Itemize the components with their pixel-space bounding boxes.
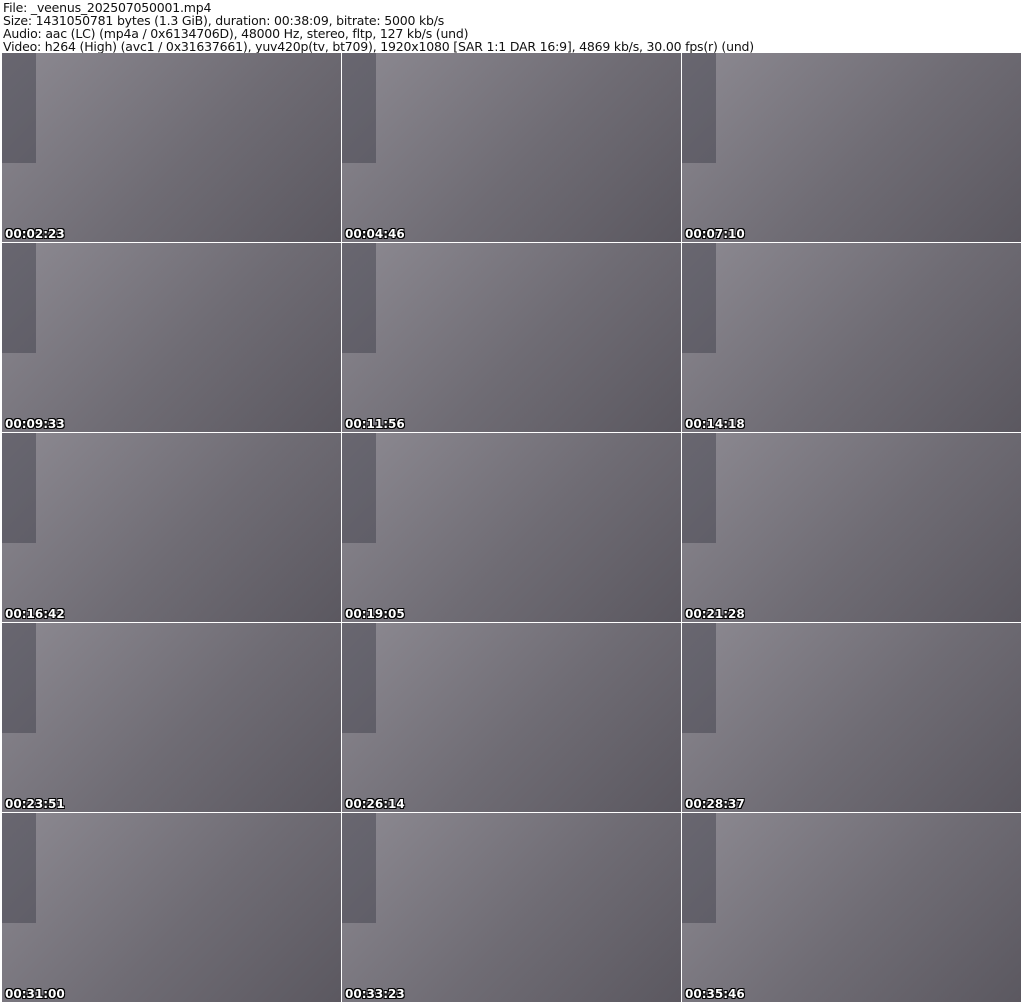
frame-timestamp: 00:35:46 — [685, 987, 745, 1001]
video-frame-thumbnail: 00:23:51 — [2, 623, 341, 812]
frame-timestamp: 00:16:42 — [5, 607, 65, 621]
video-frame-thumbnail: 00:11:56 — [342, 243, 681, 432]
frame-timestamp: 00:26:14 — [345, 797, 405, 811]
frame-timestamp: 00:23:51 — [5, 797, 65, 811]
frame-timestamp: 00:11:56 — [345, 417, 405, 431]
frame-timestamp: 00:02:23 — [5, 227, 65, 241]
video-info: Video: h264 (High) (avc1 / 0x31637661), … — [3, 39, 754, 54]
video-frame-thumbnail: 00:31:00 — [2, 813, 341, 1002]
frame-timestamp: 00:21:28 — [685, 607, 745, 621]
video-frame-thumbnail: 00:33:23 — [342, 813, 681, 1002]
frame-timestamp: 00:07:10 — [685, 227, 745, 241]
video-frame-thumbnail: 00:21:28 — [682, 433, 1021, 622]
frame-timestamp: 00:28:37 — [685, 797, 745, 811]
video-frame-thumbnail: 00:35:46 — [682, 813, 1021, 1002]
thumbnail-grid: 00:02:23 00:04:46 00:07:10 00:09:33 00:11:56… — [2, 53, 1021, 1002]
video-frame-thumbnail: 00:07:10 — [682, 53, 1021, 242]
video-frame-thumbnail: 00:16:42 — [2, 433, 341, 622]
video-frame-thumbnail: 00:28:37 — [682, 623, 1021, 812]
frame-timestamp: 00:19:05 — [345, 607, 405, 621]
frame-timestamp: 00:33:23 — [345, 987, 405, 1001]
video-frame-thumbnail: 00:09:33 — [2, 243, 341, 432]
video-frame-thumbnail: 00:14:18 — [682, 243, 1021, 432]
file-info-header: File: _veenus_202507050001.mp4 Size: 143… — [3, 1, 754, 53]
video-frame-thumbnail: 00:19:05 — [342, 433, 681, 622]
frame-timestamp: 00:09:33 — [5, 417, 65, 431]
video-frame-thumbnail: 00:04:46 — [342, 53, 681, 242]
video-frame-thumbnail: 00:26:14 — [342, 623, 681, 812]
frame-timestamp: 00:14:18 — [685, 417, 745, 431]
frame-timestamp: 00:04:46 — [345, 227, 405, 241]
frame-timestamp: 00:31:00 — [5, 987, 65, 1001]
video-frame-thumbnail: 00:02:23 — [2, 53, 341, 242]
